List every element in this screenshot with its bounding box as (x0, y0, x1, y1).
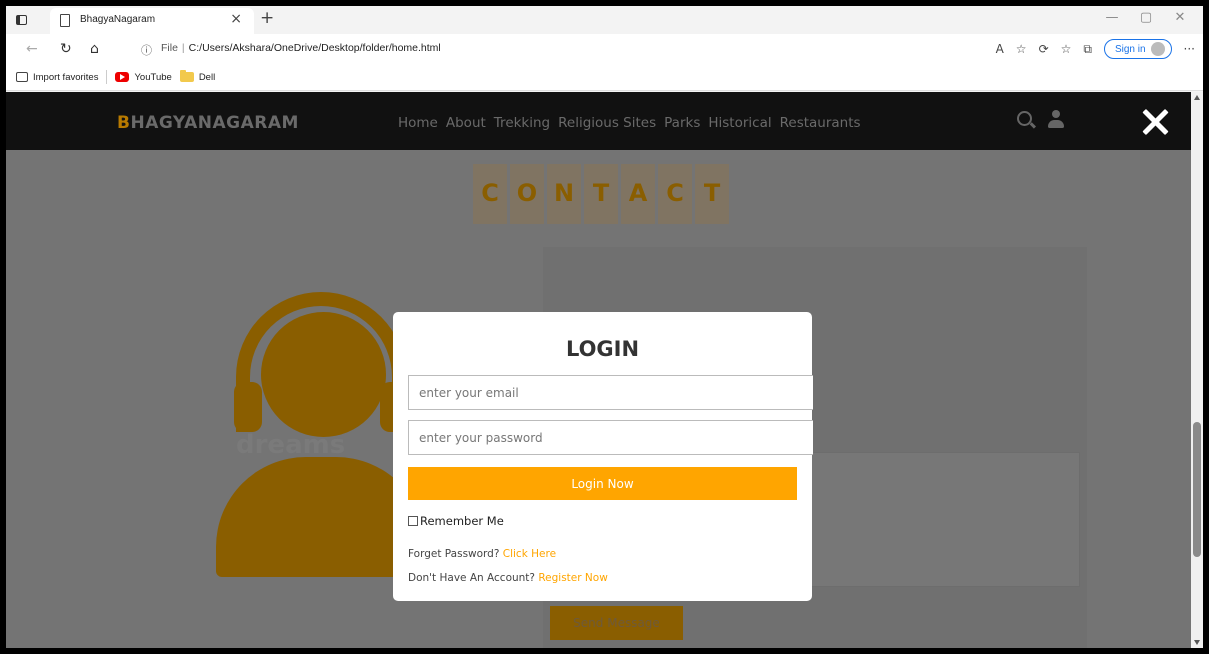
browser-window: BhagyaNagaram × + — ▢ ✕ ← ↻ ⌂ ⓘ File | C:/… (6, 6, 1203, 648)
tab-close-icon[interactable]: × (230, 11, 242, 27)
address-input[interactable]: File | C:/Users/Akshara/OneDrive/Desktop/f… (161, 42, 441, 54)
forgot-password-line: Forget Password? Click Here (408, 548, 556, 560)
login-button[interactable]: Login Now (408, 467, 797, 500)
contact-heading: C O N T A C T (473, 164, 729, 224)
headset-ear-left (234, 382, 262, 432)
favorite-label: Import favorites (33, 71, 99, 83)
minimize-icon[interactable]: — (1095, 10, 1129, 25)
read-aloud-icon[interactable]: A (996, 42, 1004, 56)
password-input[interactable] (408, 420, 813, 455)
home-icon[interactable]: ⌂ (90, 41, 99, 57)
collections-icon[interactable]: ⧉ (1083, 42, 1092, 57)
nav-home[interactable]: Home (398, 115, 438, 131)
address-scheme: File (161, 42, 178, 54)
nav-restaurants[interactable]: Restaurants (780, 115, 861, 131)
remember-label: Remember Me (420, 514, 504, 528)
logo-text: HAGYANAGARAM (130, 113, 299, 133)
back-icon[interactable]: ← (26, 41, 38, 57)
nav-trekking[interactable]: Trekking (494, 115, 550, 131)
scroll-up-icon[interactable] (1194, 95, 1200, 100)
forgot-text: Forget Password? (408, 548, 500, 560)
heading-letter: A (621, 164, 655, 224)
remember-checkbox[interactable] (408, 516, 418, 526)
send-message-button[interactable]: Send Message (550, 606, 683, 640)
heading-letter: T (695, 164, 729, 224)
site-header: BHAGYANAGARAM Home About Trekking Religi… (6, 92, 1191, 150)
heading-letter: T (584, 164, 618, 224)
browser-tab[interactable]: BhagyaNagaram × (50, 8, 254, 34)
sign-in-button[interactable]: Sign in (1103, 39, 1172, 59)
site-logo[interactable]: BHAGYANAGARAM (117, 113, 299, 133)
page-icon (60, 14, 70, 27)
favorite-dell[interactable]: Dell (179, 70, 216, 83)
favorites-bar: Import favorites YouTube Dell (6, 64, 1203, 91)
nav-parks[interactable]: Parks (664, 115, 700, 131)
nav-historical[interactable]: Historical (708, 115, 771, 131)
tab-title: BhagyaNagaram (80, 14, 156, 25)
scroll-thumb[interactable] (1193, 422, 1201, 557)
register-text: Don't Have An Account? (408, 572, 535, 584)
site-info-icon[interactable]: ⓘ (141, 42, 152, 58)
heading-letter: C (658, 164, 692, 224)
youtube-icon (115, 72, 130, 82)
heading-letter: C (473, 164, 507, 224)
person-head (261, 312, 386, 437)
sign-in-label: Sign in (1114, 43, 1146, 55)
heading-letter: O (510, 164, 544, 224)
refresh-icon[interactable]: ↻ (60, 41, 72, 57)
favorite-add-icon[interactable]: ☆ (1016, 42, 1027, 56)
forgot-password-link[interactable]: Click Here (503, 548, 556, 560)
window-controls: — ▢ ✕ (1095, 10, 1197, 25)
favorites-icon[interactable]: ☆ (1061, 42, 1072, 56)
more-icon[interactable]: ··· (1184, 42, 1195, 56)
page-viewport: BHAGYANAGARAM Home About Trekking Religi… (6, 92, 1191, 648)
new-tab-icon[interactable]: + (260, 8, 274, 28)
scroll-down-icon[interactable] (1194, 640, 1200, 645)
import-icon (16, 72, 28, 82)
folder-icon (179, 70, 194, 82)
favorite-youtube[interactable]: YouTube (115, 71, 172, 83)
divider (106, 70, 108, 84)
address-path: C:/Users/Akshara/OneDrive/Desktop/folder… (188, 42, 441, 54)
login-modal: LOGIN Login Now Remember Me Forget Passw… (393, 312, 813, 601)
close-window-icon[interactable]: ✕ (1163, 10, 1197, 25)
tab-actions-icon[interactable] (16, 15, 27, 25)
user-icon[interactable] (1047, 110, 1065, 130)
main-nav: Home About Trekking Religious Sites Park… (398, 115, 861, 131)
search-icon[interactable] (1017, 111, 1032, 126)
watermark: dreams (236, 430, 346, 460)
toolbar-icons: A ☆ ⟳ ☆ ⧉ Sign in ··· (996, 39, 1195, 59)
register-link[interactable]: Register Now (538, 572, 607, 584)
favorite-import[interactable]: Import favorites (16, 72, 98, 83)
page-scrollbar[interactable] (1191, 92, 1203, 648)
favorite-label: YouTube (134, 71, 172, 83)
extensions-icon[interactable]: ⟳ (1039, 42, 1049, 56)
heading-letter: N (547, 164, 581, 224)
address-bar-row: ← ↻ ⌂ ⓘ File | C:/Users/Akshara/OneDrive/D… (6, 34, 1203, 64)
close-icon[interactable] (1141, 108, 1169, 136)
register-line: Don't Have An Account? Register Now (408, 572, 608, 584)
avatar (1150, 42, 1165, 56)
login-title: LOGIN (565, 337, 640, 361)
tab-bar: BhagyaNagaram × + — ▢ ✕ (6, 6, 1203, 34)
remember-me[interactable]: Remember Me (408, 514, 504, 528)
logo-initial: B (117, 113, 131, 133)
restore-icon[interactable]: ▢ (1129, 10, 1163, 25)
nav-about[interactable]: About (446, 115, 486, 131)
favorite-label: Dell (198, 71, 216, 83)
nav-religious-sites[interactable]: Religious Sites (558, 115, 656, 131)
email-input[interactable] (408, 375, 813, 410)
